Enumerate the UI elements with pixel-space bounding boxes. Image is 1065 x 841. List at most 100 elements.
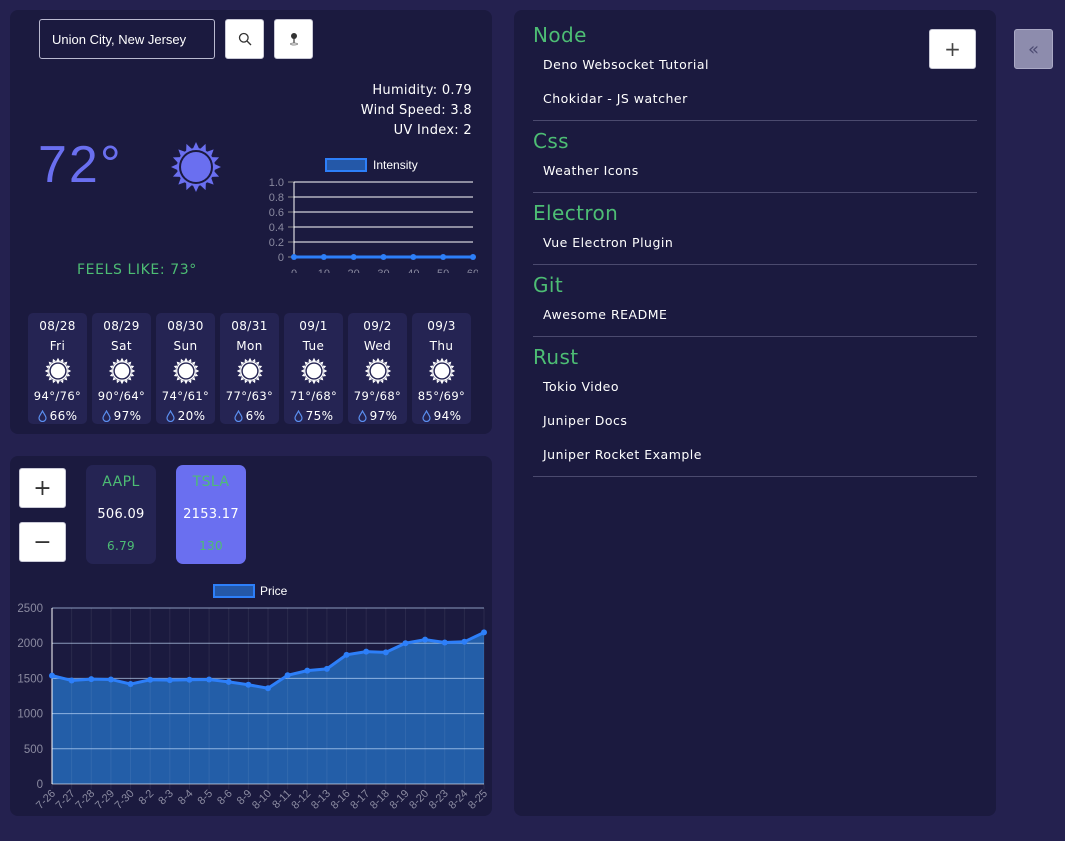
intensity-point [350,254,357,260]
link-group: Rust Tokio Video Juniper Docs Juniper Rocke… [533,344,977,477]
x-tick-label: 8-5 [195,788,215,808]
forecast-temp: 79°/68° [353,389,402,403]
ticker-card-aapl[interactable]: AAPL 506.09 6.79 [86,465,156,564]
price-point [284,672,291,679]
intensity-point [291,254,297,260]
forecast-rain: 94% [412,406,471,426]
intensity-chart: Intensity 0 0.2 0.4 0.6 0.8 1.0 0 10 20 30 40 50 60 [269,158,478,273]
y-tick-label: 1000 [17,709,43,721]
map-pin-icon [289,33,298,46]
forecast-temp: 90°/64° [97,389,146,403]
link-group: Css Weather Icons [533,128,977,193]
forecast-date: 09/1 [299,319,328,333]
x-tick-label: 30 [377,268,389,273]
forecast-day-name: Mon [236,339,263,353]
y-tick-label: 2500 [17,603,43,615]
link-item[interactable]: Weather Icons [533,154,977,188]
forecast-day-name: Sat [111,339,132,353]
price-point [422,636,429,643]
link-item[interactable]: Tokio Video [533,370,977,404]
ticker-card-tsla[interactable]: TSLA 2153.17 130 [176,465,246,564]
forecast-temp: 85°/69° [417,389,466,403]
x-tick-label: 7-26 [34,788,58,812]
price-legend: Price [213,584,288,598]
forecast-temp: 94°/76° [33,389,82,403]
sun-icon [348,356,407,386]
price-point [166,677,173,684]
locate-button[interactable] [274,19,313,59]
link-item[interactable]: Juniper Docs [533,404,977,438]
price-point [206,676,213,683]
remove-stock-button[interactable]: − [19,522,66,562]
legend-swatch [325,158,367,172]
x-tick-label: 8-13 [309,788,333,812]
x-tick-label: 20 [348,268,360,273]
forecast-rain-value: 75% [305,409,334,423]
wind-speed-text: Wind Speed: 3.8 [360,103,472,118]
price-point [402,640,409,647]
price-point [147,676,154,683]
weather-panel: Humidity: 0.79 Wind Speed: 3.8 UV Index:… [10,10,492,434]
forecast-day-name: Fri [49,339,66,353]
search-button[interactable] [225,19,264,59]
link-group-title: Node [533,23,587,47]
ticker-symbol: TSLA [192,474,230,490]
price-point [441,639,448,646]
link-item[interactable]: Juniper Rocket Example [533,438,977,472]
double-chevron-left-icon: « [1027,38,1039,60]
intensity-point [410,254,417,260]
forecast-rain-value: 97% [113,409,142,423]
weather-stats: Humidity: 0.79 Wind Speed: 3.8 UV Index:… [361,81,472,141]
sun-icon [284,356,343,386]
sun-icon [412,356,471,386]
link-group-title: Electron [533,201,619,225]
forecast-date: 08/30 [167,319,204,333]
x-tick-label: 0 [291,268,297,273]
link-group-title: Git [533,273,564,297]
x-tick-label: 8-10 [250,788,274,812]
x-tick-label: 8-4 [176,788,196,808]
search-icon [238,32,251,46]
x-tick-label: 8-20 [407,788,431,812]
ticker-symbol: AAPL [102,474,140,490]
forecast-day: 08/30 Sun 74°/61° 20% [156,313,215,424]
legend-swatch [213,584,255,598]
location-input[interactable] [39,19,215,59]
y-tick-label: 0.8 [269,192,284,204]
forecast-day-name: Sun [173,339,198,353]
forecast-rain: 75% [284,406,343,426]
y-tick-label: 0.4 [269,222,284,234]
feels-like-text: FEELS LIKE: 73° [77,262,197,278]
x-tick-label: 7-30 [113,788,137,812]
forecast-day: 08/31 Mon 77°/63° 6% [220,313,279,424]
price-point [88,676,95,683]
x-tick-label: 60 [467,268,478,273]
forecast-day: 09/2 Wed 79°/68° 97% [348,313,407,424]
sun-icon [171,142,221,192]
intensity-point [320,254,327,260]
forecast-date: 09/2 [363,319,392,333]
link-item[interactable]: Chokidar - JS watcher [533,82,977,116]
link-group: Electron Vue Electron Plugin [533,200,977,265]
x-tick-label: 8-11 [270,788,293,811]
intensity-point [380,254,387,260]
raindrop-icon [233,410,243,422]
uv-index-text: UV Index: 2 [393,123,472,138]
link-item[interactable]: Awesome README [533,298,977,332]
forecast-temp: 77°/63° [225,389,274,403]
add-stock-button[interactable]: + [19,468,66,508]
x-tick-label: 40 [407,268,419,273]
price-point [107,676,114,683]
collapse-sidebar-button[interactable]: « [1014,29,1053,69]
price-point [127,681,134,688]
forecast-temp: 74°/61° [161,389,210,403]
link-item[interactable]: Vue Electron Plugin [533,226,977,260]
ticker-change: 130 [199,539,223,553]
link-group: Git Awesome README [533,272,977,337]
add-link-button[interactable]: + [929,29,976,69]
y-tick-label: 0 [278,252,284,264]
price-point [225,678,232,685]
intensity-point [440,254,447,260]
link-item[interactable]: Deno Websocket Tutorial [533,48,977,82]
ticker-price: 2153.17 [183,507,239,522]
